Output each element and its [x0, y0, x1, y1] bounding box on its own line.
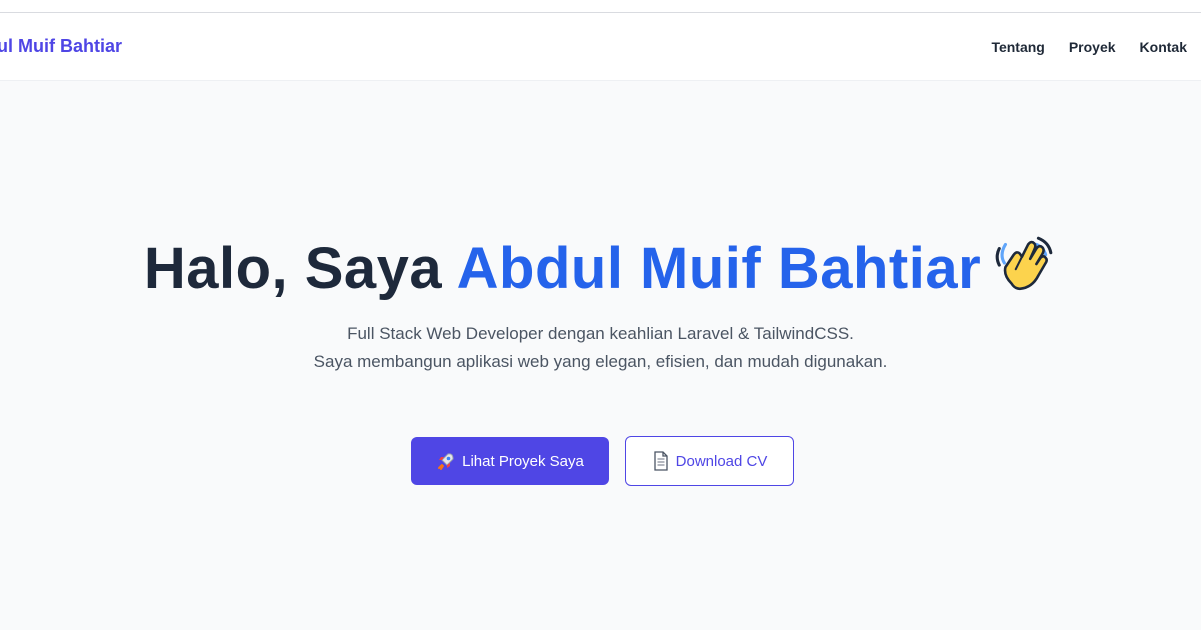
browser-top-edge: [0, 0, 1201, 13]
nav-link-kontak[interactable]: Kontak: [1140, 39, 1187, 55]
rocket-icon: [438, 453, 454, 470]
waving-hand-icon: [995, 236, 1053, 291]
headline-name: Abdul Muif Bahtiar: [456, 236, 982, 301]
navbar: dul Muif Bahtiar Tentang Proyek Kontak: [0, 13, 1201, 81]
hero-headline: Halo, Saya Abdul Muif Bahtiar: [0, 230, 1201, 302]
brand-logo-text[interactable]: dul Muif Bahtiar: [0, 36, 122, 57]
download-cv-button[interactable]: Download CV: [625, 436, 794, 486]
document-icon: [653, 451, 668, 471]
hero-buttons: Lihat Proyek Saya Download CV: [411, 436, 794, 486]
view-projects-button[interactable]: Lihat Proyek Saya: [411, 437, 609, 485]
nav-links: Tentang Proyek Kontak: [991, 39, 1187, 55]
headline-greeting: Halo, Saya: [143, 236, 457, 301]
download-cv-label: Download CV: [675, 452, 768, 470]
nav-link-tentang[interactable]: Tentang: [991, 39, 1044, 55]
hero-section: Halo, Saya Abdul Muif Bahtiar Full Stack…: [0, 82, 1201, 630]
hero-subtitle: Full Stack Web Developer dengan keahlian…: [0, 320, 1201, 376]
nav-link-proyek[interactable]: Proyek: [1069, 39, 1116, 55]
subtitle-line-2: Saya membangun aplikasi web yang elegan,…: [313, 352, 888, 371]
subtitle-line-1: Full Stack Web Developer dengan keahlian…: [347, 324, 854, 343]
view-projects-label: Lihat Proyek Saya: [462, 452, 584, 470]
